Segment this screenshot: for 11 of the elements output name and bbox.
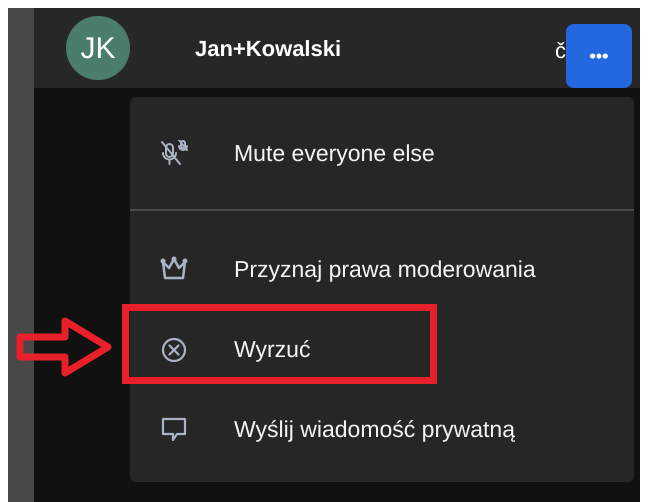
menu-item[interactable]: Wyślij wiadomość prywatną <box>234 412 515 446</box>
avatar: JK <box>66 16 130 80</box>
menu-item[interactable]: Wyrzuć <box>234 332 310 366</box>
more-button[interactable]: ••• <box>566 24 632 88</box>
speech-bubble-icon <box>160 416 188 442</box>
crown-icon <box>160 256 188 282</box>
menu-item[interactable]: Przyznaj prawa moderowania <box>234 252 536 286</box>
menu-item[interactable]: Mute everyone else <box>234 136 435 170</box>
muted-microphone-icon <box>160 140 188 166</box>
status-text: č <box>555 37 566 65</box>
participant-name: Jan+Kowalski <box>195 34 342 62</box>
